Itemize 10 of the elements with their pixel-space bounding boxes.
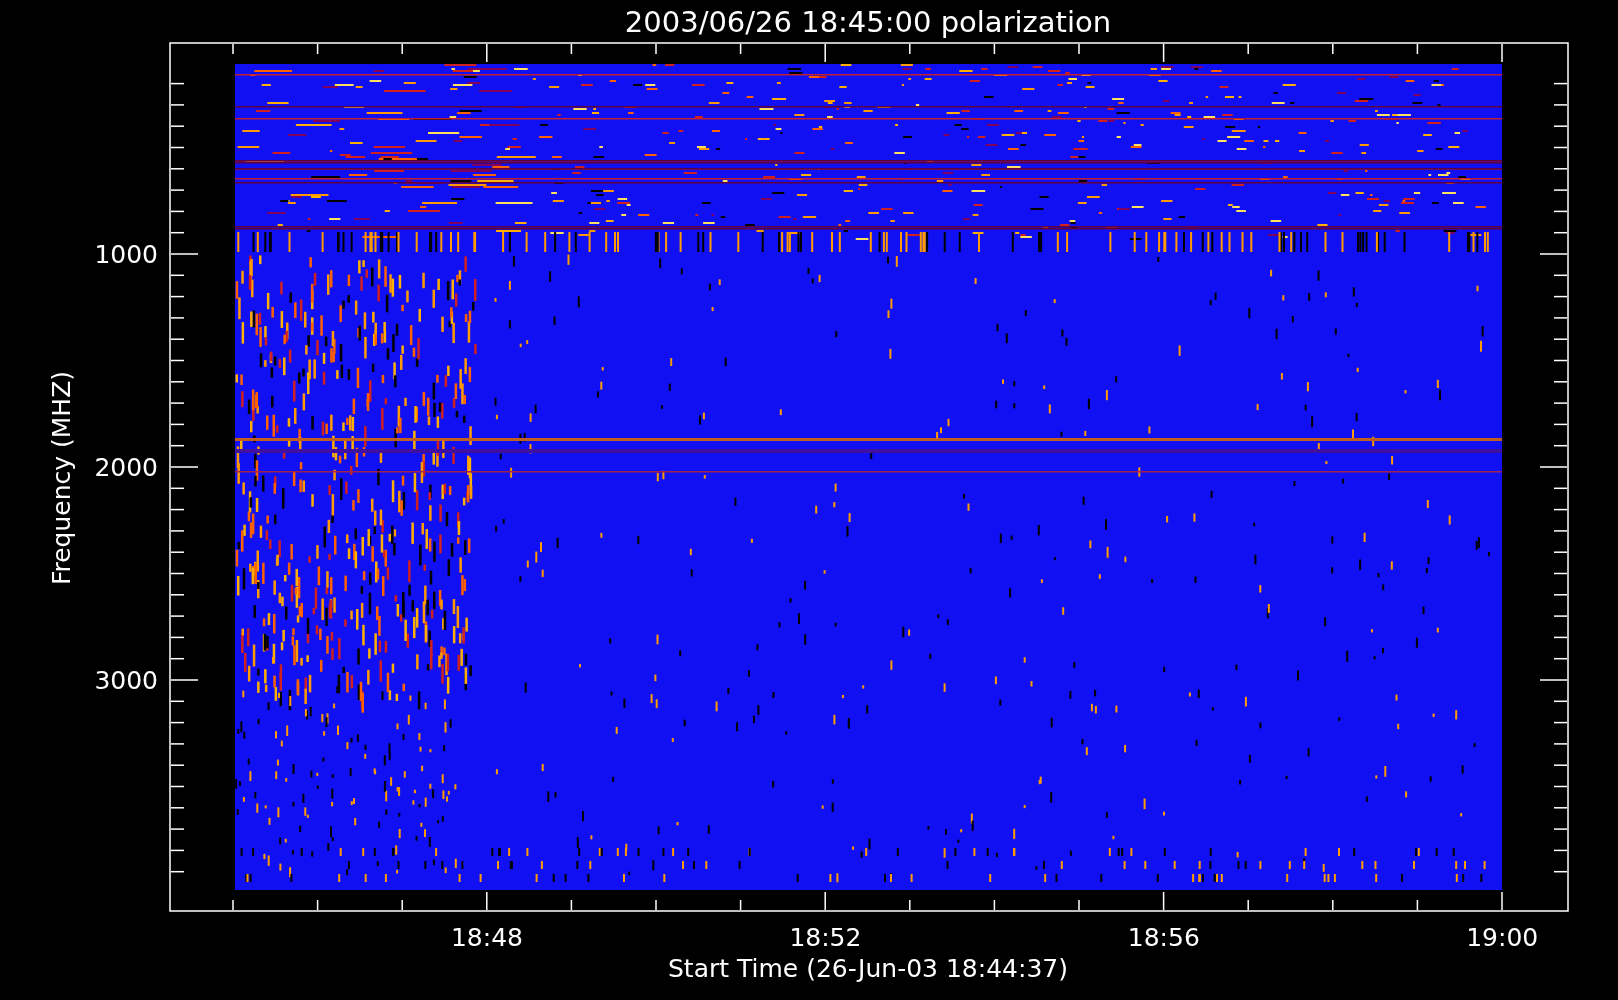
x-tick-label: 18:56	[1127, 923, 1200, 952]
y-tick-label: 2000	[94, 453, 158, 482]
x-tick-label: 18:48	[451, 923, 523, 952]
x-tick-label: 19:00	[1466, 923, 1539, 952]
x-tick-label: 18:52	[789, 923, 862, 952]
y-axis-title: Frequency (MHZ)	[47, 370, 76, 586]
x-axis-title: Start Time (26-Jun-03 18:44:37)	[668, 954, 1068, 983]
y-tick-label: 3000	[94, 666, 158, 695]
y-tick-label: 1000	[94, 240, 158, 269]
chart-title: 2003/06/26 18:45:00 polarization	[624, 5, 1112, 39]
